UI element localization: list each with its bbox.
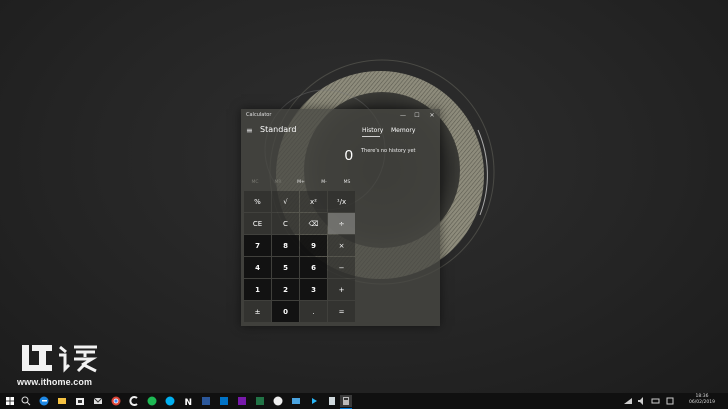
digit-9-button[interactable]: 9: [300, 235, 327, 256]
ithome-logo: [22, 345, 98, 373]
memory-recall-button[interactable]: MR: [267, 180, 289, 185]
notepad-icon[interactable]: [326, 395, 338, 407]
percent-button[interactable]: %: [244, 191, 271, 212]
digit-4-button[interactable]: 4: [244, 257, 271, 278]
media-player-icon[interactable]: [308, 395, 320, 407]
memory-store-button[interactable]: MS: [336, 180, 358, 185]
mode-title: Standard: [260, 125, 297, 134]
backspace-button[interactable]: ⌫: [300, 213, 327, 234]
clock-date: 06/02/2019: [689, 400, 715, 405]
memory-add-button[interactable]: M+: [290, 180, 312, 185]
clear-button[interactable]: C: [272, 213, 299, 234]
memory-subtract-button[interactable]: M-: [313, 180, 335, 185]
window-title: Calculator: [246, 112, 272, 118]
system-clock[interactable]: 18:36 06/02/2019: [684, 394, 720, 406]
digit-7-button[interactable]: 7: [244, 235, 271, 256]
digit-5-button[interactable]: 5: [272, 257, 299, 278]
minimize-button[interactable]: —: [398, 111, 408, 120]
search-icon[interactable]: [20, 395, 32, 407]
ccleaner-icon[interactable]: [128, 395, 140, 407]
xbox-icon[interactable]: [272, 395, 284, 407]
file-explorer-icon[interactable]: [56, 395, 68, 407]
memory-clear-button[interactable]: MC: [244, 180, 266, 185]
decimal-button[interactable]: .: [300, 301, 327, 322]
history-empty-message: There's no history yet: [361, 148, 416, 154]
spotify-icon[interactable]: [146, 395, 158, 407]
digit-2-button[interactable]: 2: [272, 279, 299, 300]
menu-icon[interactable]: ≡: [246, 126, 253, 135]
tab-history[interactable]: History: [362, 127, 383, 134]
multiply-button[interactable]: ×: [328, 235, 355, 256]
digit-3-button[interactable]: 3: [300, 279, 327, 300]
store-icon[interactable]: [74, 395, 86, 407]
calculator-icon[interactable]: [340, 395, 352, 407]
excel-icon[interactable]: [254, 395, 266, 407]
divide-button[interactable]: ÷: [328, 213, 355, 234]
digit-8-button[interactable]: 8: [272, 235, 299, 256]
digit-0-button[interactable]: 0: [272, 301, 299, 322]
subtract-button[interactable]: −: [328, 257, 355, 278]
network-icon[interactable]: [622, 395, 634, 407]
maximize-button[interactable]: ☐: [412, 111, 422, 120]
tab-active-indicator: [362, 136, 380, 137]
taskbar: N 18:36 06/02/2019: [0, 393, 728, 409]
word-icon[interactable]: [200, 395, 212, 407]
chrome-icon[interactable]: [110, 395, 122, 407]
close-button[interactable]: ✕: [427, 111, 437, 120]
reciprocal-button[interactable]: ¹/x: [328, 191, 355, 212]
result-display: 0: [344, 147, 353, 164]
notion-icon[interactable]: N: [182, 395, 194, 407]
volume-icon[interactable]: [636, 395, 648, 407]
outlook-icon[interactable]: [218, 395, 230, 407]
digit-6-button[interactable]: 6: [300, 257, 327, 278]
onenote-icon[interactable]: [236, 395, 248, 407]
mail-icon[interactable]: [92, 395, 104, 407]
equals-button[interactable]: =: [328, 301, 355, 322]
digit-1-button[interactable]: 1: [244, 279, 271, 300]
memory-row: MC MR M+ M- MS: [244, 180, 356, 188]
watermark-url: www.ithome.com: [17, 377, 93, 387]
negate-button[interactable]: ±: [244, 301, 271, 322]
clear-entry-button[interactable]: CE: [244, 213, 271, 234]
square-root-button[interactable]: √: [272, 191, 299, 212]
battery-icon[interactable]: [650, 395, 662, 407]
edge-icon[interactable]: [38, 395, 50, 407]
language-icon[interactable]: [664, 395, 676, 407]
photos-icon[interactable]: [290, 395, 302, 407]
tab-memory[interactable]: Memory: [391, 127, 415, 134]
titlebar[interactable]: Calculator — ☐ ✕: [241, 109, 440, 123]
square-button[interactable]: x²: [300, 191, 327, 212]
skype-icon[interactable]: [164, 395, 176, 407]
add-button[interactable]: +: [328, 279, 355, 300]
windows-start-icon[interactable]: [6, 397, 14, 405]
svg-text:N: N: [185, 398, 193, 407]
calculator-window[interactable]: Calculator — ☐ ✕ ≡ Standard History Memo…: [241, 109, 440, 326]
